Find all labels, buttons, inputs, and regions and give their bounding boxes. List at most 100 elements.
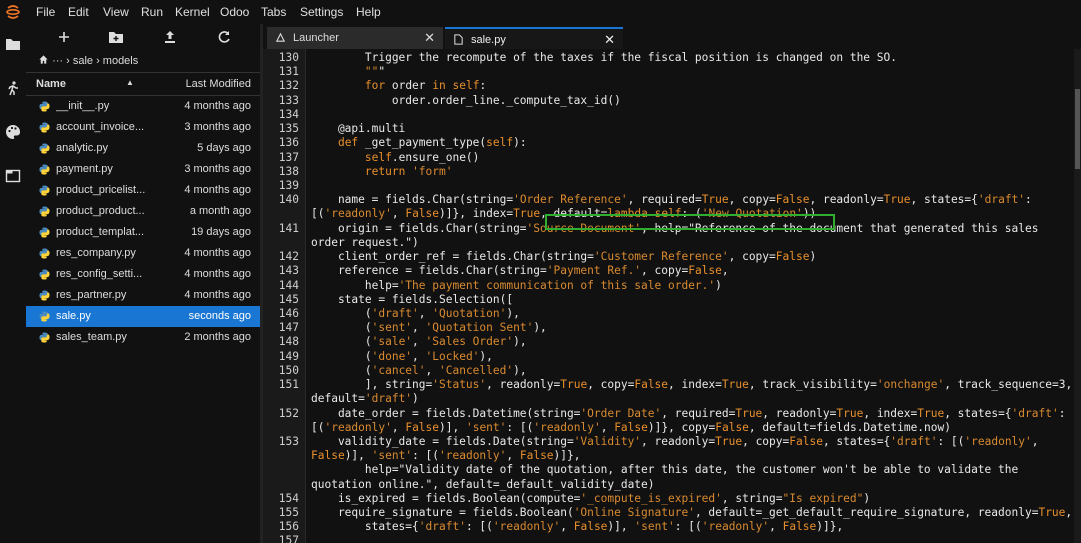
code-line: help="Validity date of the quotation, af…	[263, 463, 1074, 477]
code-line: 144 help='The payment communication of t…	[263, 279, 1074, 293]
code-line: 153 validity_date = fields.Date(string='…	[263, 435, 1074, 449]
menu-help[interactable]: Help	[356, 5, 381, 19]
line-number: 139	[278, 178, 299, 192]
code-line: 155 require_signature = fields.Boolean('…	[263, 506, 1074, 520]
folder-icon[interactable]	[5, 36, 21, 52]
line-number: 148	[278, 335, 299, 349]
menu-run[interactable]: Run	[141, 5, 163, 19]
python-file-icon	[39, 101, 50, 112]
left-activity-bar	[0, 24, 26, 543]
file-name: res_partner.py	[56, 289, 127, 301]
code-line: False)], 'sent': [('readonly', False)]},	[263, 449, 1074, 463]
file-row[interactable]: __init__.py 4 months ago	[26, 96, 260, 117]
code-line: 133 order.order_line._compute_tax_id()	[263, 94, 1074, 108]
new-folder-icon[interactable]	[108, 29, 124, 45]
code-line: 156 states={'draft': [('readonly', False…	[263, 520, 1074, 534]
running-icon[interactable]	[5, 80, 21, 96]
file-modified: 5 days ago	[197, 142, 251, 154]
code-text: ('draft', 'Quotation'),	[311, 306, 520, 320]
code-text: help='The payment communication of this …	[311, 278, 722, 292]
file-name: sales_team.py	[56, 331, 127, 343]
file-row[interactable]: res_company.py 4 months ago	[26, 243, 260, 264]
home-icon[interactable]	[38, 54, 49, 65]
code-text: quotation online.", default=_default_val…	[311, 477, 655, 491]
file-modified: 4 months ago	[184, 247, 251, 259]
file-row[interactable]: res_config_setti... 4 months ago	[26, 264, 260, 285]
python-file-icon	[39, 269, 50, 280]
palette-icon[interactable]	[5, 124, 21, 140]
new-launcher-icon[interactable]	[56, 29, 72, 45]
upload-icon[interactable]	[162, 29, 178, 45]
code-line: 135 @api.multi	[263, 122, 1074, 136]
file-row[interactable]: res_partner.py 4 months ago	[26, 285, 260, 306]
scrollbar-thumb[interactable]	[1075, 89, 1080, 169]
highlight-box	[545, 214, 835, 230]
menu-view[interactable]: View	[103, 5, 129, 19]
menu-kernel[interactable]: Kernel	[175, 5, 210, 19]
file-row[interactable]: sale.py seconds ago	[26, 306, 260, 327]
breadcrumb-path[interactable]: ··· › sale › models	[52, 55, 138, 67]
file-name: res_config_setti...	[56, 268, 143, 280]
code-line: 152 date_order = fields.Datetime(string=…	[263, 407, 1074, 421]
code-text: states={'draft': [('readonly', False)], …	[311, 520, 844, 534]
sort-ascending-icon[interactable]: ▲	[126, 78, 134, 87]
code-text: default='draft')	[311, 392, 419, 406]
code-line: 137 self.ensure_one()	[263, 151, 1074, 165]
code-text: for order in self:	[364, 79, 487, 93]
menu-file[interactable]: File	[36, 5, 55, 19]
file-row[interactable]: analytic.py 5 days ago	[26, 138, 260, 159]
code-text: @api.multi	[311, 122, 406, 136]
code-line: 145 state = fields.Selection([	[263, 293, 1074, 307]
file-name: account_invoice...	[56, 121, 145, 133]
code-line: 139	[263, 179, 1074, 193]
refresh-icon[interactable]	[216, 29, 232, 45]
tab-launcher[interactable]: Launcher ✕	[267, 27, 443, 49]
tab-bar: Launcher ✕ sale.py ✕	[263, 24, 1081, 49]
menu-odoo[interactable]: Odoo	[220, 5, 249, 19]
file-name: product_product...	[56, 205, 145, 217]
code-line: 147 ('sent', 'Quotation Sent'),	[263, 321, 1074, 335]
file-row[interactable]: product_product... a month ago	[26, 201, 260, 222]
line-number: 132	[278, 79, 299, 93]
menu-edit[interactable]: Edit	[68, 5, 89, 19]
code-line: 148 ('sale', 'Sales Order'),	[263, 335, 1074, 349]
tab-sale-py[interactable]: sale.py ✕	[445, 27, 623, 49]
line-number: 152	[278, 406, 299, 420]
code-text: ('done', 'Locked'),	[311, 349, 493, 363]
code-text: date_order = fields.Datetime(string='Ord…	[311, 406, 1066, 420]
file-row[interactable]: product_pricelist... 4 months ago	[26, 180, 260, 201]
file-modified: 4 months ago	[184, 268, 251, 280]
code-text: order request.")	[311, 235, 419, 249]
line-number: 151	[278, 378, 299, 392]
code-line: 150 ('cancel', 'Cancelled'),	[263, 364, 1074, 378]
line-number: 141	[278, 221, 299, 235]
code-editor[interactable]: 130 Trigger the recompute of the taxes i…	[263, 49, 1074, 543]
line-number: 140	[278, 193, 299, 207]
line-number: 134	[278, 107, 299, 121]
file-name: res_company.py	[56, 247, 136, 259]
code-text: order.order_line._compute_tax_id()	[311, 93, 621, 107]
file-row[interactable]: sales_team.py 2 months ago	[26, 327, 260, 348]
code-text: Trigger the recompute of the taxes if th…	[311, 51, 897, 64]
line-number: 130	[278, 51, 299, 64]
file-row[interactable]: product_templat... 19 days ago	[26, 222, 260, 243]
column-name-header[interactable]: Name	[36, 78, 66, 90]
line-number: 131	[278, 65, 299, 79]
column-modified-header[interactable]: Last Modified	[186, 78, 251, 90]
code-line: 138 return 'form'	[263, 165, 1074, 179]
close-icon[interactable]: ✕	[604, 32, 615, 48]
line-number: 153	[278, 434, 299, 448]
menu-tabs[interactable]: Tabs	[261, 5, 286, 19]
close-icon[interactable]: ✕	[424, 30, 435, 46]
tab-label: Launcher	[293, 32, 339, 44]
editor-scrollbar[interactable]	[1074, 49, 1081, 543]
tab-icon[interactable]	[5, 168, 21, 184]
file-row[interactable]: account_invoice... 3 months ago	[26, 117, 260, 138]
menu-settings[interactable]: Settings	[300, 5, 343, 19]
jupyter-logo-icon[interactable]	[5, 3, 21, 21]
code-line: 157	[263, 534, 1074, 543]
code-line: 146 ('draft', 'Quotation'),	[263, 307, 1074, 321]
file-row[interactable]: payment.py 3 months ago	[26, 159, 260, 180]
line-number: 154	[278, 491, 299, 505]
code-line: [('readonly', False)], 'sent': [('readon…	[263, 421, 1074, 435]
